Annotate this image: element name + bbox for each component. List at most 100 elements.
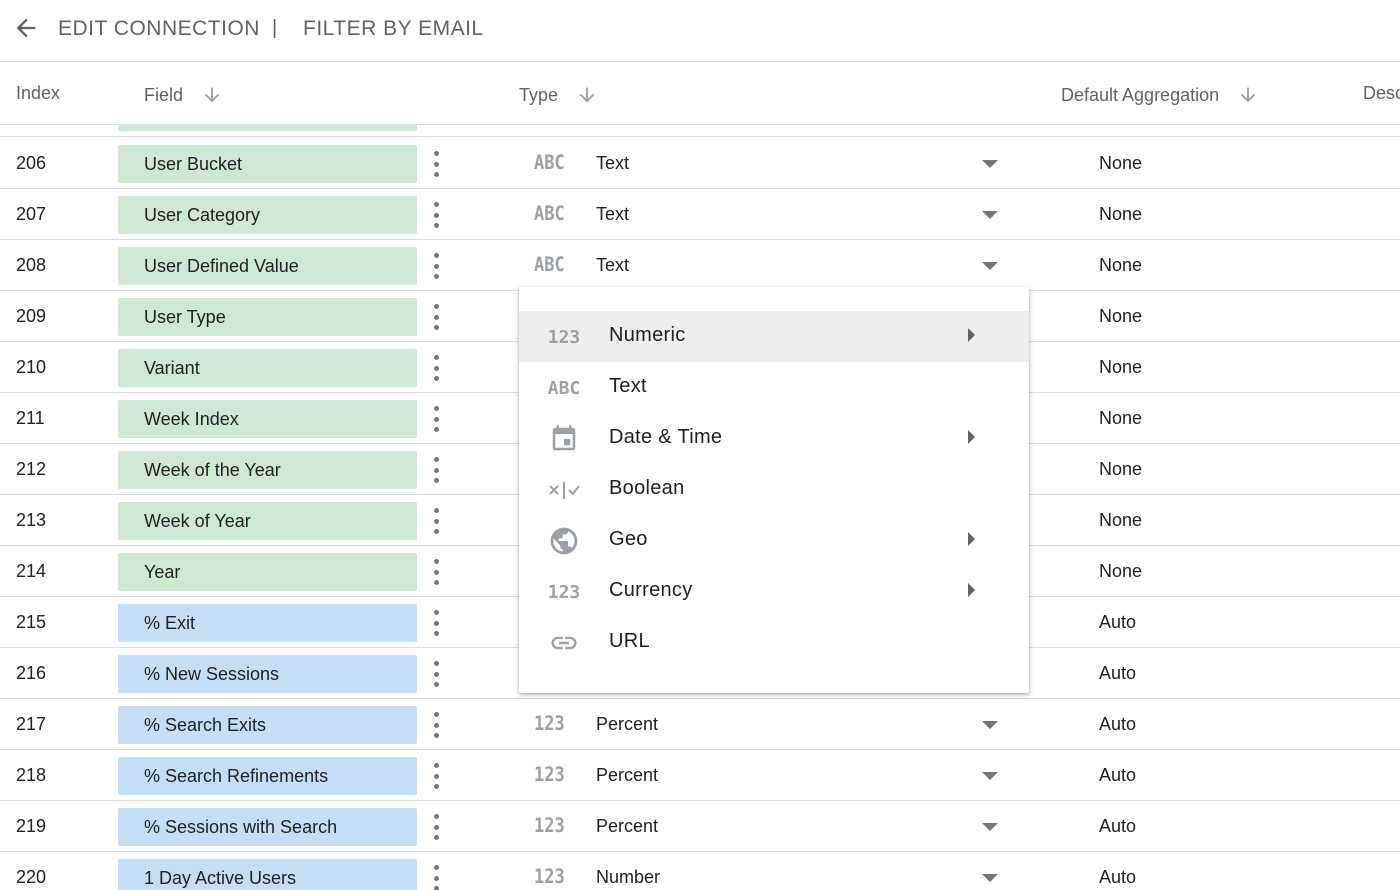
type-dropdown-arrow-icon[interactable] [982,874,998,882]
more-vert-icon[interactable] [426,199,446,231]
numeric-type-icon: 123 [534,814,565,838]
more-vert-icon[interactable] [426,658,446,690]
kebab-dot [433,304,439,309]
submenu-arrow-icon [968,583,975,597]
field-name: User Bucket [144,154,243,174]
type-dropdown-arrow-icon[interactable] [982,262,998,270]
dimension-field-chip[interactable]: User Bucket [118,145,417,183]
kebab-dot [433,763,439,768]
type-dropdown-arrow-icon[interactable] [982,160,998,168]
table-header: Index Field Type Default Aggregation Des… [0,63,1400,125]
default-aggregation[interactable]: Auto [1099,714,1136,735]
more-vert-icon[interactable] [426,862,446,890]
field-type[interactable]: Percent [596,714,658,735]
default-aggregation[interactable]: Auto [1099,867,1136,888]
back-button[interactable] [10,12,42,44]
kebab-dot [433,814,439,819]
sort-arrow-down-icon[interactable] [1237,83,1259,107]
default-aggregation[interactable]: Auto [1099,765,1136,786]
column-header-description[interactable]: Description [1363,83,1400,104]
metric-field-chip[interactable]: % Sessions with Search [118,808,417,846]
sort-arrow-down-icon[interactable] [576,83,598,107]
type-dropdown-arrow-icon[interactable] [982,211,998,219]
menu-item-date-time[interactable]: Date & Time [519,413,1029,464]
column-header-index[interactable]: Index [16,83,60,104]
default-aggregation[interactable]: None [1099,255,1142,276]
dimension-field-chip[interactable]: Year [118,553,417,591]
metric-field-chip[interactable]: % Search Refinements [118,757,417,795]
kebab-dot [433,529,439,534]
menu-item-geo[interactable]: Geo [519,515,1029,566]
more-vert-icon[interactable] [426,709,446,741]
default-aggregation[interactable]: None [1099,459,1142,480]
more-vert-icon[interactable] [426,148,446,180]
field-type[interactable]: Text [596,204,629,225]
dimension-field-chip[interactable]: User Defined Value [118,247,417,285]
default-aggregation[interactable]: None [1099,561,1142,582]
column-header-type-label: Type [519,84,559,105]
more-vert-icon[interactable] [426,403,446,435]
dimension-field-chip[interactable]: Week Index [118,400,417,438]
dimension-field-chip[interactable]: User Type [118,298,417,336]
dimension-field-chip[interactable]: User Category [118,196,417,234]
menu-item-label: Date & Time [609,426,723,448]
menu-item-currency[interactable]: 123 Currency [519,566,1029,617]
text-icon: ABC [547,377,581,399]
default-aggregation[interactable]: None [1099,510,1142,531]
default-aggregation[interactable]: None [1099,204,1142,225]
more-vert-icon[interactable] [426,250,446,282]
more-vert-icon[interactable] [426,556,446,588]
default-aggregation[interactable]: Auto [1099,612,1136,633]
metric-field-chip[interactable]: % New Sessions [118,655,417,693]
column-header-default-aggregation[interactable]: Default Aggregation [1061,83,1259,107]
submenu-arrow-icon [968,328,975,342]
metric-field-chip[interactable]: 1 Day Active Users [118,859,417,890]
field-type[interactable]: Percent [596,816,658,837]
menu-item-text[interactable]: ABC Text [519,362,1029,413]
more-vert-icon[interactable] [426,811,446,843]
dimension-field-chip[interactable]: Variant [118,349,417,387]
kebab-dot [433,457,439,462]
field-type[interactable]: Text [596,153,629,174]
type-dropdown-arrow-icon[interactable] [982,721,998,729]
menu-item-label: Boolean [609,477,685,499]
menu-item-url[interactable]: URL [519,617,1029,668]
more-vert-icon[interactable] [426,607,446,639]
dimension-field-chip[interactable]: Week of the Year [118,451,417,489]
menu-item-label: Text [609,375,647,397]
dimension-field-chip[interactable]: Week of Year [118,502,417,540]
default-aggregation[interactable]: Auto [1099,663,1136,684]
menu-item-boolean[interactable]: Boolean [519,464,1029,515]
menu-item-numeric[interactable]: 123 Numeric [519,311,1029,362]
column-header-field[interactable]: Field [144,83,223,107]
more-vert-icon[interactable] [426,505,446,537]
default-aggregation[interactable]: None [1099,408,1142,429]
sort-arrow-down-icon[interactable] [201,83,223,107]
breadcrumb-edit-connection[interactable]: EDIT CONNECTION [58,17,260,41]
type-dropdown-arrow-icon[interactable] [982,772,998,780]
more-vert-icon[interactable] [426,301,446,333]
field-type[interactable]: Percent [596,765,658,786]
metric-field-chip[interactable]: % Search Exits [118,706,417,744]
type-dropdown-arrow-icon[interactable] [982,823,998,831]
numeric-icon: 123 [547,326,581,348]
default-aggregation[interactable]: None [1099,306,1142,327]
kebab-dot [433,886,439,890]
row-index: 216 [16,663,47,683]
field-type[interactable]: Number [596,867,660,888]
more-vert-icon[interactable] [426,454,446,486]
kebab-dot [433,427,439,432]
field-chip[interactable] [118,125,417,131]
boolean-icon [547,476,581,504]
field-type[interactable]: Text [596,255,629,276]
more-vert-icon[interactable] [426,760,446,792]
default-aggregation[interactable]: None [1099,153,1142,174]
column-header-type[interactable]: Type [519,83,598,107]
default-aggregation[interactable]: None [1099,357,1142,378]
metric-field-chip[interactable]: % Exit [118,604,417,642]
kebab-dot [433,733,439,738]
more-vert-icon[interactable] [426,352,446,384]
default-aggregation[interactable]: Auto [1099,816,1136,837]
kebab-dot [433,508,439,513]
table-row-partial [0,125,1400,137]
